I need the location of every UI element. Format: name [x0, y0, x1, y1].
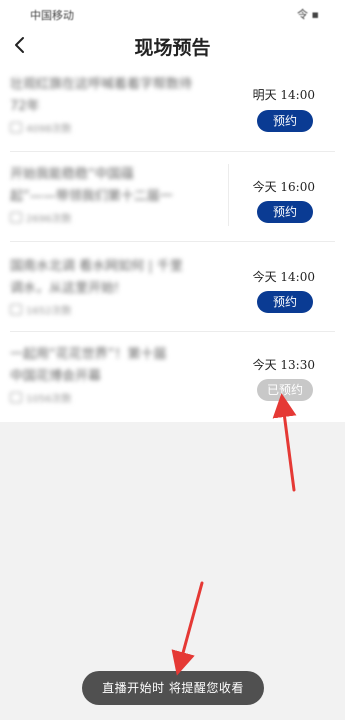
item-meta: 1652次数: [10, 302, 220, 317]
preview-list: 壮观红旗在这呼喊着着字帮数待 72年 4098次数 明天 14:00 预约 开始…: [0, 64, 345, 422]
list-item[interactable]: 国南水北调 看水网如何 | 千里 调水，从这里开始! 1652次数 今天 14:…: [0, 244, 345, 332]
divider: [228, 164, 229, 226]
reserved-button[interactable]: 已预约: [257, 379, 313, 401]
item-time: 今天 13:30: [252, 358, 315, 372]
divider: [10, 241, 335, 242]
item-title-line: 中国花博会开幕: [10, 369, 102, 384]
item-meta: 1056次数: [10, 390, 220, 405]
view-count: 1652次数: [26, 306, 72, 317]
item-meta: 4098次数: [10, 120, 220, 135]
item-title-blurred: 开始我能稳稳“中国蕴 起”——带领我们第十二届一 2696次数: [10, 164, 220, 225]
item-time: 今天 14:00: [252, 270, 315, 284]
item-title-blurred: 一起用“花花世界”！第十届 中国花博会开幕 1056次数: [10, 344, 220, 405]
item-title-blurred: 壮观红旗在这呼喊着着字帮数待 72年 4098次数: [10, 74, 220, 135]
item-title-line: 壮观红旗在这呼喊着着字帮数待: [10, 77, 193, 92]
item-title-line: 72年: [10, 99, 40, 114]
divider: [10, 151, 335, 152]
item-title-line: 起”——带领我们第十二届一: [10, 189, 173, 204]
reserve-button[interactable]: 预约: [257, 110, 313, 132]
list-item[interactable]: 一起用“花花世界”！第十届 中国花博会开幕 1056次数 今天 13:30 已预…: [0, 334, 345, 422]
carrier-label: 中国移动: [30, 9, 74, 22]
view-count-icon: [10, 212, 22, 223]
status-icons: 令 ▪: [297, 8, 319, 21]
status-bar: 中国移动 令 ▪: [0, 0, 345, 28]
item-title-line: 国南水北调 看水网如何 | 千里: [10, 259, 183, 274]
view-count: 4098次数: [26, 124, 72, 135]
item-title-line: 开始我能稳稳“中国蕴: [10, 167, 134, 182]
item-meta: 2696次数: [10, 210, 220, 225]
reserve-button[interactable]: 预约: [257, 201, 313, 223]
view-count: 2696次数: [26, 214, 72, 225]
item-title-line: 调水，从这里开始!: [10, 281, 120, 296]
view-count-icon: [10, 304, 22, 315]
page-title: 现场预告: [134, 37, 211, 59]
list-item[interactable]: 壮观红旗在这呼喊着着字帮数待 72年 4098次数 明天 14:00 预约: [0, 64, 345, 152]
view-count-icon: [10, 392, 22, 403]
view-count-icon: [10, 122, 22, 133]
toast-message: 直播开始时 将提醒您收看: [82, 671, 264, 705]
item-title-line: 一起用“花花世界”！第十届: [10, 347, 167, 362]
divider: [10, 331, 335, 332]
list-item[interactable]: 开始我能稳稳“中国蕴 起”——带领我们第十二届一 2696次数 今天 16:00…: [0, 154, 345, 242]
item-time: 明天 14:00: [252, 88, 315, 102]
reserve-button[interactable]: 预约: [257, 291, 313, 313]
top-nav-bar: 现场预告: [0, 28, 345, 64]
view-count: 1056次数: [26, 394, 72, 405]
item-time: 今天 16:00: [252, 180, 315, 194]
item-title-blurred: 国南水北调 看水网如何 | 千里 调水，从这里开始! 1652次数: [10, 256, 220, 317]
